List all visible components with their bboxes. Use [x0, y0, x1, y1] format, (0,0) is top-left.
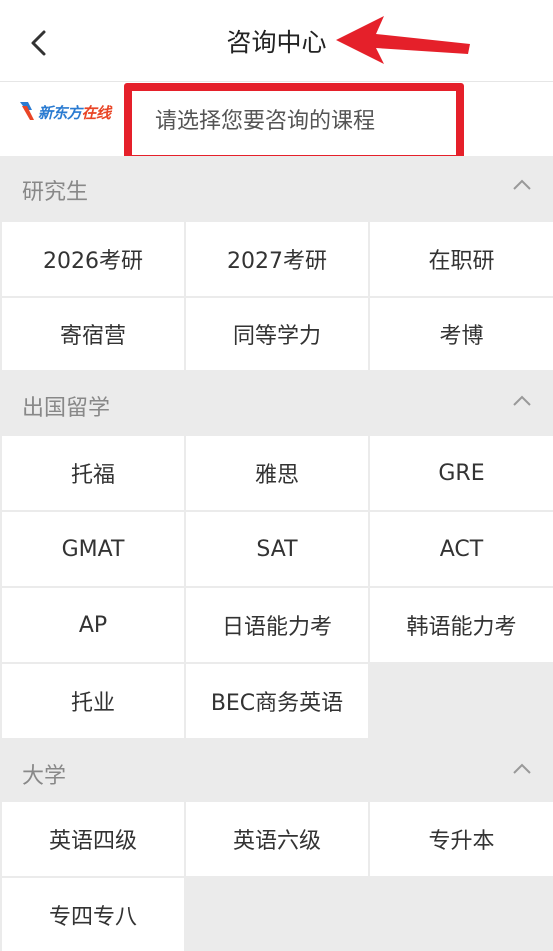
course-item[interactable]: 英语六级: [186, 802, 368, 876]
course-item[interactable]: 专升本: [370, 802, 553, 876]
course-item[interactable]: 在职研: [370, 222, 553, 296]
course-item[interactable]: 同等学力: [186, 298, 368, 370]
course-item[interactable]: GMAT: [2, 512, 184, 586]
section-title: 大学: [22, 764, 67, 789]
course-item[interactable]: 2026考研: [2, 222, 184, 296]
brand-logo-text-b: 在线: [81, 104, 112, 122]
course-item[interactable]: BEC商务英语: [186, 664, 368, 738]
course-item[interactable]: 英语四级: [2, 802, 184, 876]
course-item[interactable]: 韩语能力考: [370, 588, 553, 662]
course-item[interactable]: 日语能力考: [186, 588, 368, 662]
section-header-university[interactable]: 大学: [0, 740, 553, 806]
course-item[interactable]: AP: [2, 588, 184, 662]
course-item[interactable]: 托业: [2, 664, 184, 738]
section-header-study-abroad[interactable]: 出国留学: [0, 372, 553, 438]
course-item[interactable]: ACT: [370, 512, 553, 586]
top-bar: 咨询中心: [0, 0, 553, 82]
section-title: 研究生: [22, 180, 89, 205]
chevron-up-icon[interactable]: [511, 394, 533, 408]
course-select-highlight: [124, 83, 464, 163]
course-item[interactable]: 考博: [370, 298, 553, 370]
brand-logo-text: 新东方在线: [38, 102, 111, 123]
section-header-graduate[interactable]: 研究生: [0, 156, 553, 222]
course-item[interactable]: 雅思: [186, 436, 368, 510]
section-title: 出国留学: [22, 396, 111, 421]
course-item[interactable]: 托福: [2, 436, 184, 510]
course-item[interactable]: 寄宿营: [2, 298, 184, 370]
brand-logo-text-a: 新东方: [38, 104, 82, 122]
chevron-up-icon[interactable]: [511, 762, 533, 776]
course-item[interactable]: 专四专八: [2, 878, 184, 951]
chevron-up-icon[interactable]: [511, 178, 533, 192]
course-item[interactable]: GRE: [370, 436, 553, 510]
course-item[interactable]: 2027考研: [186, 222, 368, 296]
annotation-arrow-icon: [336, 16, 470, 64]
course-item[interactable]: SAT: [186, 512, 368, 586]
